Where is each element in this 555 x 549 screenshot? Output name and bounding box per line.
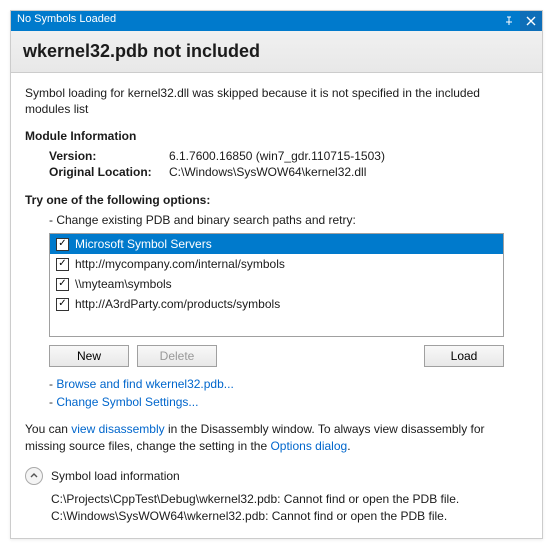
browse-link[interactable]: Browse and find wkernel32.pdb...: [56, 377, 233, 391]
page-title: wkernel32.pdb not included: [11, 31, 542, 73]
chevron-up-icon: [25, 467, 43, 485]
no-symbols-panel: No Symbols Loaded wkernel32.pdb not incl…: [10, 10, 543, 539]
version-value: 6.1.7600.16850 (win7_gdr.110715-1503): [169, 149, 385, 163]
checkbox-icon[interactable]: ✓: [56, 298, 69, 311]
settings-link-line: Change Symbol Settings...: [25, 395, 528, 409]
load-info-heading: Symbol load information: [51, 469, 180, 483]
checkbox-icon[interactable]: ✓: [56, 238, 69, 251]
version-row: Version: 6.1.7600.16850 (win7_gdr.110715…: [25, 149, 528, 163]
text: .: [347, 439, 350, 453]
titlebar: No Symbols Loaded: [11, 11, 542, 31]
options-heading: Try one of the following options:: [25, 193, 528, 207]
skip-message: Symbol loading for kernel32.dll was skip…: [25, 85, 528, 117]
location-label: Original Location:: [49, 165, 169, 179]
text: You can: [25, 422, 71, 436]
list-item-label: Microsoft Symbol Servers: [75, 237, 212, 251]
list-item[interactable]: ✓ http://mycompany.com/internal/symbols: [50, 254, 503, 274]
checkbox-icon[interactable]: ✓: [56, 278, 69, 291]
checkbox-icon[interactable]: ✓: [56, 258, 69, 271]
list-item-label: http://mycompany.com/internal/symbols: [75, 257, 285, 271]
body: Symbol loading for kernel32.dll was skip…: [11, 73, 542, 538]
module-info-heading: Module Information: [25, 129, 528, 143]
load-button[interactable]: Load: [424, 345, 504, 367]
browse-link-line: Browse and find wkernel32.pdb...: [25, 377, 528, 391]
list-item[interactable]: ✓ http://A3rdParty.com/products/symbols: [50, 294, 503, 314]
load-info-line: C:\Projects\CppTest\Debug\wkernel32.pdb:…: [51, 491, 528, 508]
delete-button[interactable]: Delete: [137, 345, 217, 367]
symbol-paths-listbox[interactable]: ✓ Microsoft Symbol Servers ✓ http://myco…: [49, 233, 504, 337]
list-item[interactable]: ✓ Microsoft Symbol Servers: [50, 234, 503, 254]
load-info-line: C:\Windows\SysWOW64\wkernel32.pdb: Canno…: [51, 508, 528, 525]
disassembly-para: You can view disassembly in the Disassem…: [25, 421, 528, 455]
location-row: Original Location: C:\Windows\SysWOW64\k…: [25, 165, 528, 179]
button-row: New Delete Load: [49, 345, 504, 367]
window-title: No Symbols Loaded: [11, 11, 498, 31]
symbol-settings-link[interactable]: Change Symbol Settings...: [56, 395, 198, 409]
load-info-expander[interactable]: Symbol load information: [25, 467, 528, 485]
options-dialog-link[interactable]: Options dialog: [270, 439, 347, 453]
list-item[interactable]: ✓ \\myteam\symbols: [50, 274, 503, 294]
pin-icon[interactable]: [498, 11, 520, 31]
close-icon[interactable]: [520, 11, 542, 31]
location-value: C:\Windows\SysWOW64\kernel32.dll: [169, 165, 366, 179]
new-button[interactable]: New: [49, 345, 129, 367]
version-label: Version:: [49, 149, 169, 163]
list-item-label: \\myteam\symbols: [75, 277, 172, 291]
view-disassembly-link[interactable]: view disassembly: [71, 422, 164, 436]
change-paths-label: - Change existing PDB and binary search …: [25, 213, 528, 227]
list-item-label: http://A3rdParty.com/products/symbols: [75, 297, 280, 311]
load-info-body: C:\Projects\CppTest\Debug\wkernel32.pdb:…: [25, 491, 528, 526]
